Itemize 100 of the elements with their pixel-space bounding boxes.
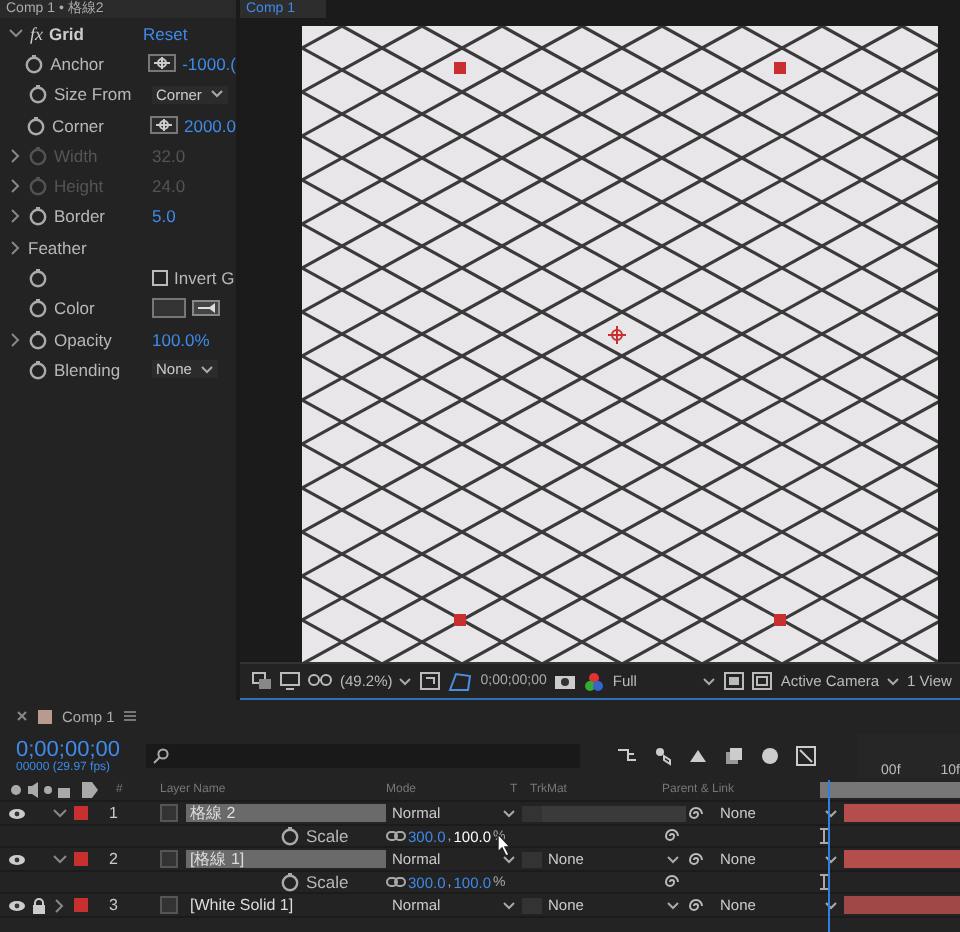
chevron-icon[interactable]: [8, 25, 24, 42]
work-area-bar: [820, 782, 960, 798]
layer-number: 1: [107, 804, 118, 822]
caret-icon: [666, 899, 680, 911]
transparency-grid-icon[interactable]: [752, 672, 773, 690]
chevron-icon[interactable]: [52, 851, 68, 867]
chevron-icon[interactable]: [8, 239, 24, 256]
stopwatch-icon[interactable]: [28, 84, 48, 105]
label-color-swatch[interactable]: [74, 898, 88, 912]
checkbox[interactable]: [152, 270, 168, 287]
lock-icon[interactable]: [32, 897, 46, 913]
handle-icon[interactable]: [774, 62, 786, 74]
caret-icon: [398, 675, 413, 687]
anchor-point-icon[interactable]: [608, 326, 626, 344]
current-time[interactable]: 0;00;00;00: [16, 738, 141, 762]
property-label: Size From: [54, 84, 132, 105]
close-icon[interactable]: [16, 710, 28, 722]
pick-whip-icon[interactable]: [686, 849, 706, 869]
layer-source-icon: [160, 804, 178, 822]
link-icon[interactable]: [386, 876, 406, 888]
graph-editor-icon[interactable]: [796, 746, 817, 766]
color-swatch[interactable]: [152, 298, 186, 319]
stopwatch-icon[interactable]: [26, 115, 46, 136]
property-label: Feather: [28, 237, 87, 258]
layer-number: 2: [107, 850, 118, 868]
stopwatch-icon[interactable]: [28, 298, 48, 319]
draft-3d-icon[interactable]: [652, 746, 673, 766]
link-icon[interactable]: [386, 830, 406, 842]
eye-icon[interactable]: [8, 899, 26, 911]
stopwatch-icon[interactable]: [280, 872, 300, 892]
av-switches-icon: [8, 782, 76, 798]
eye-icon[interactable]: [8, 853, 26, 865]
eye-icon[interactable]: [8, 807, 26, 819]
stopwatch-icon[interactable]: [280, 826, 300, 846]
layers-icon[interactable]: [252, 672, 272, 690]
caret-icon: [824, 899, 838, 911]
property-label: Anchor: [50, 53, 104, 74]
crosshair-button-icon[interactable]: [148, 54, 177, 73]
stopwatch-icon[interactable]: [28, 206, 48, 227]
handle-icon[interactable]: [454, 614, 466, 626]
property-value[interactable]: 2000.0: [184, 115, 236, 136]
property-label: Scale: [306, 872, 349, 892]
region-icon[interactable]: [724, 672, 745, 690]
layer-source-icon: [160, 850, 178, 868]
preserve-transparency-toggle[interactable]: [522, 897, 542, 913]
property-label: Opacity: [54, 329, 112, 350]
caret-icon: [702, 675, 717, 687]
fx-label: fx: [30, 23, 43, 44]
property-value[interactable]: 100.0%: [152, 329, 210, 350]
layer-name[interactable]: [格線 1]: [186, 850, 386, 868]
pick-whip-icon[interactable]: [686, 803, 706, 823]
composition-flowchart-icon[interactable]: [616, 746, 637, 766]
chevron-icon[interactable]: [8, 331, 24, 348]
pick-whip-icon[interactable]: [662, 872, 682, 892]
handle-icon[interactable]: [774, 614, 786, 626]
stopwatch-icon[interactable]: [28, 268, 48, 289]
pick-whip-icon[interactable]: [686, 895, 706, 915]
caret-icon: [502, 899, 516, 911]
property-label: Corner: [52, 115, 104, 136]
property-label: Color: [54, 298, 95, 319]
stopwatch-icon[interactable]: [24, 53, 45, 74]
frame-blending-icon[interactable]: [724, 746, 745, 766]
layer-name[interactable]: [White Solid 1]: [186, 896, 386, 914]
monitor-icon[interactable]: [280, 672, 300, 690]
stopwatch-icon[interactable]: [28, 329, 48, 350]
label-color-swatch[interactable]: [74, 806, 88, 820]
preserve-transparency-toggle[interactable]: [522, 805, 542, 821]
property-label: Scale: [306, 826, 349, 846]
crosshair-button-icon[interactable]: [150, 116, 178, 135]
property-value[interactable]: 5.0: [152, 206, 176, 227]
layer-name[interactable]: 格線 2: [186, 804, 386, 822]
caret-icon: [209, 88, 224, 101]
chevron-icon[interactable]: [52, 897, 68, 913]
property-label: Border: [54, 206, 106, 227]
property-value[interactable]: -1000.(: [182, 53, 236, 74]
search-field[interactable]: [146, 744, 581, 768]
caret-icon: [824, 853, 838, 865]
camera-icon[interactable]: [554, 672, 577, 690]
layer-source-icon: [160, 896, 178, 914]
caret-icon: [502, 853, 516, 865]
chevron-icon[interactable]: [52, 805, 68, 821]
caret-icon: [885, 675, 900, 687]
stopwatch-icon[interactable]: [28, 359, 48, 380]
label-color-swatch[interactable]: [74, 852, 88, 866]
mask-path-icon[interactable]: [448, 671, 473, 691]
checkbox-label: Invert G: [174, 268, 235, 289]
menu-icon[interactable]: [124, 710, 137, 722]
caret-icon: [502, 807, 516, 819]
rgb-channels-icon[interactable]: [584, 671, 605, 691]
pick-whip-icon[interactable]: [662, 826, 682, 846]
eyedropper-icon[interactable]: [192, 300, 220, 317]
layer-number: 3: [107, 896, 118, 914]
preserve-transparency-toggle[interactable]: [522, 851, 542, 867]
caret-icon: [666, 853, 680, 865]
chevron-icon[interactable]: [8, 208, 24, 225]
handle-icon[interactable]: [454, 62, 466, 74]
search-icon: [152, 748, 171, 764]
caret-icon: [199, 363, 214, 376]
reset-link[interactable]: Reset: [143, 23, 188, 44]
label-icon: [82, 782, 98, 798]
